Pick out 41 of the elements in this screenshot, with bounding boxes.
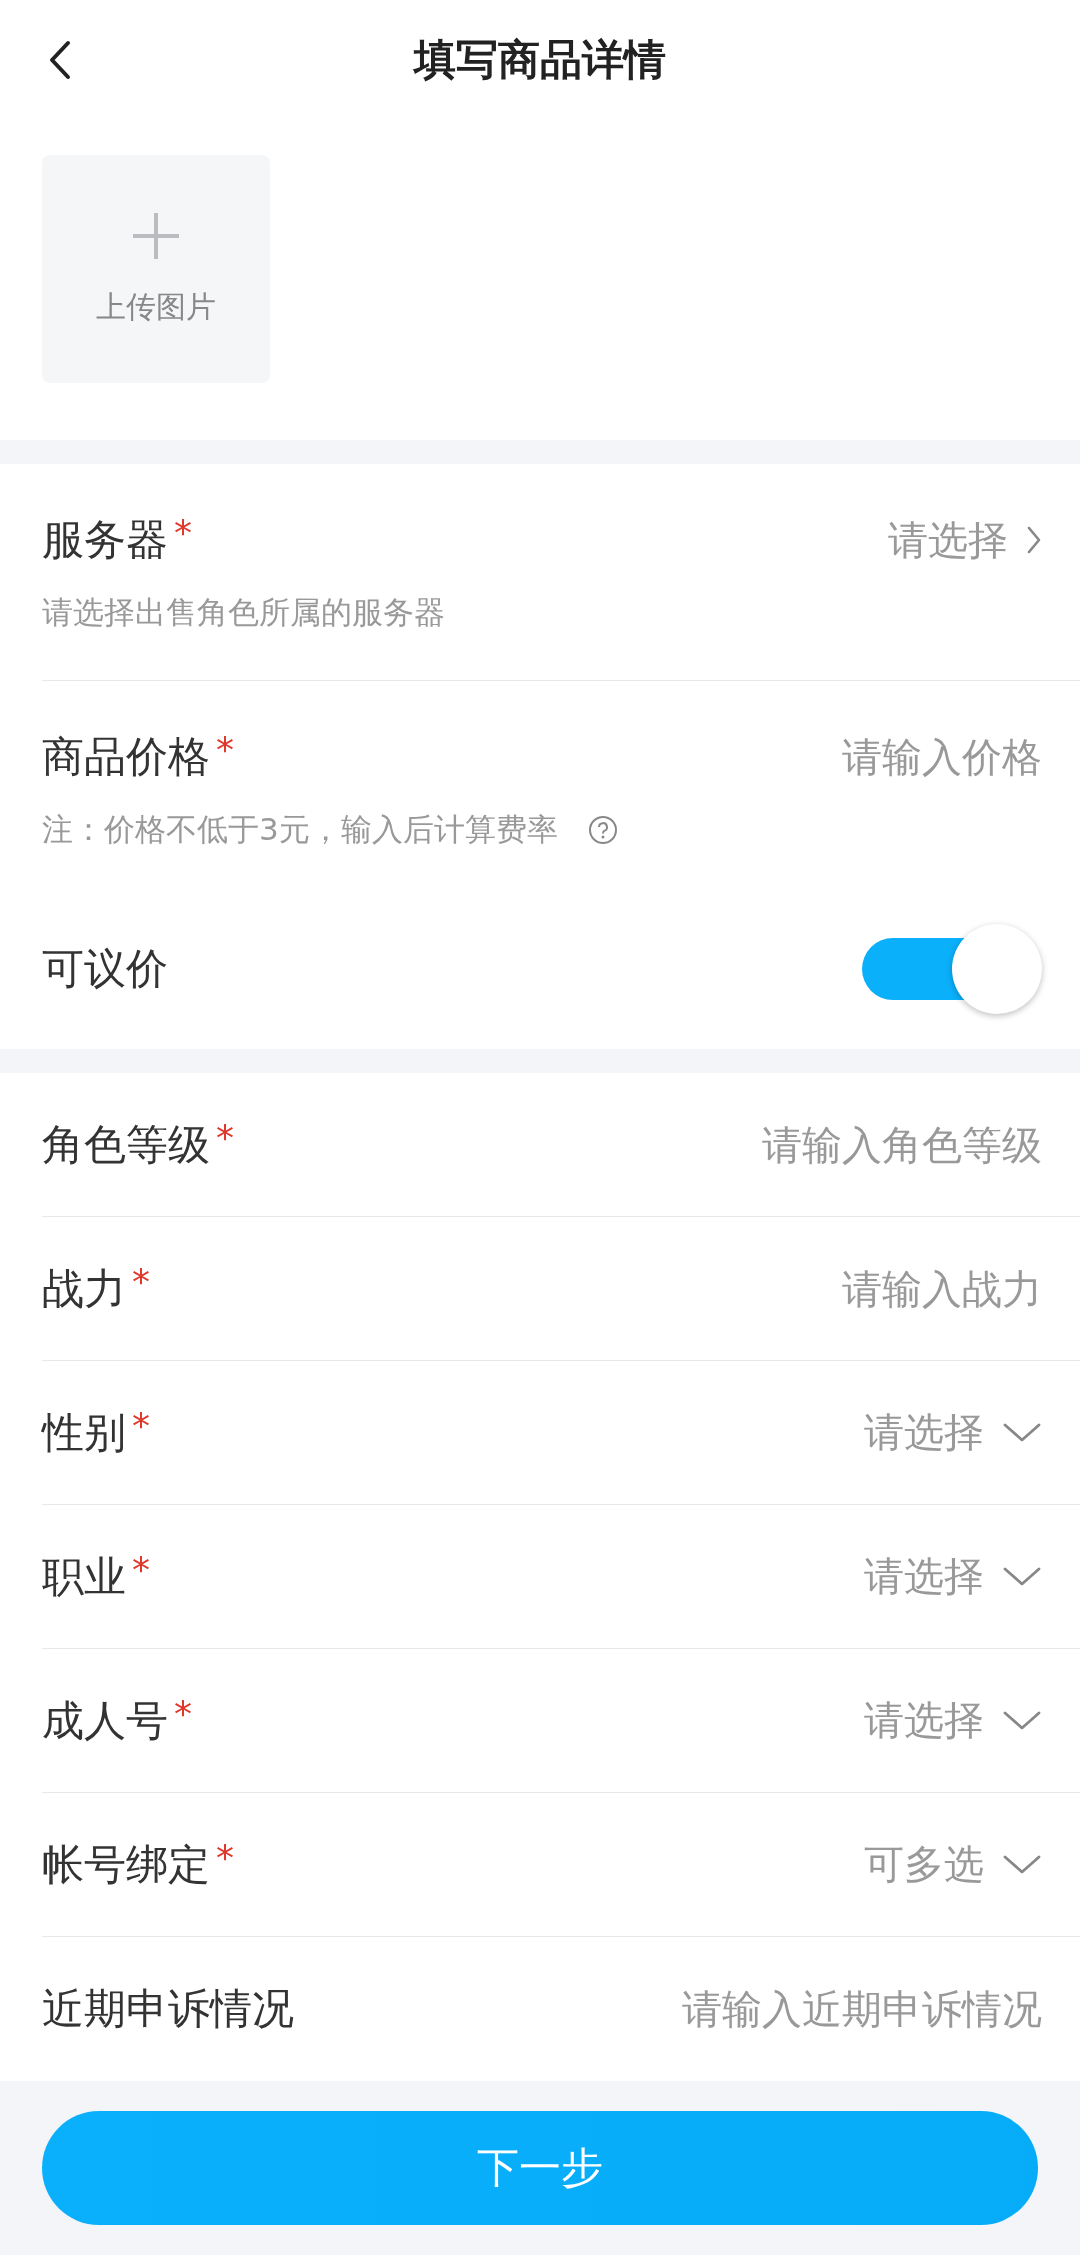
toggle-switch[interactable] xyxy=(862,924,1042,1014)
input-field[interactable]: 请输入近期申诉情况 xyxy=(482,1986,1042,2032)
field-hint: 请选择出售角色所属的服务器 xyxy=(42,593,445,632)
field-label: 职业 xyxy=(42,1550,126,1603)
chevron-down-icon xyxy=(1002,1853,1042,1876)
field-label: 帐号绑定 xyxy=(42,1838,210,1891)
field-label: 可议价 xyxy=(42,943,168,995)
field-hint: 注：价格不低于3元，输入后计算费率 xyxy=(42,810,558,849)
field-label: 服务器 xyxy=(42,514,168,566)
dropdown-value[interactable]: 请选择 xyxy=(864,1405,984,1460)
required-mark: * xyxy=(132,1260,150,1302)
page-title: 填写商品详情 xyxy=(414,34,666,86)
dropdown-value[interactable]: 请选择 xyxy=(864,1693,984,1748)
input-field[interactable]: 请输入价格 xyxy=(482,734,1042,780)
required-mark: * xyxy=(174,1692,192,1734)
chevron-down-icon xyxy=(1002,1709,1042,1732)
dropdown-value[interactable]: 可多选 xyxy=(864,1837,984,1892)
required-mark: * xyxy=(216,1836,234,1878)
required-mark: * xyxy=(216,1116,234,1158)
field-label: 近期申诉情况 xyxy=(42,1983,294,2035)
required-mark: * xyxy=(174,512,192,553)
required-mark: * xyxy=(132,1548,150,1590)
chevron-down-icon xyxy=(1002,1565,1042,1588)
field-label: 商品价格 xyxy=(42,731,210,783)
dropdown-value[interactable]: 请选择 xyxy=(864,1549,984,1604)
required-mark: * xyxy=(216,729,234,770)
field-label: 成人号 xyxy=(42,1694,168,1747)
field-label: 性别 xyxy=(42,1406,126,1459)
field-label: 角色等级 xyxy=(42,1118,210,1171)
back-icon[interactable] xyxy=(48,38,72,82)
select-value[interactable]: 请选择 xyxy=(888,512,1008,568)
input-field[interactable]: 请输入角色等级 xyxy=(482,1121,1042,1168)
plus-icon xyxy=(131,210,181,261)
input-field[interactable]: 请输入战力 xyxy=(482,1265,1042,1312)
chevron-right-icon xyxy=(1026,525,1042,555)
required-mark: * xyxy=(132,1404,150,1446)
field-label: 战力 xyxy=(42,1262,126,1315)
chevron-down-icon xyxy=(1002,1421,1042,1444)
next-button[interactable]: 下一步 xyxy=(42,2111,1038,2225)
upload-image-button[interactable]: 上传图片 xyxy=(42,155,270,383)
help-icon[interactable] xyxy=(587,815,618,845)
